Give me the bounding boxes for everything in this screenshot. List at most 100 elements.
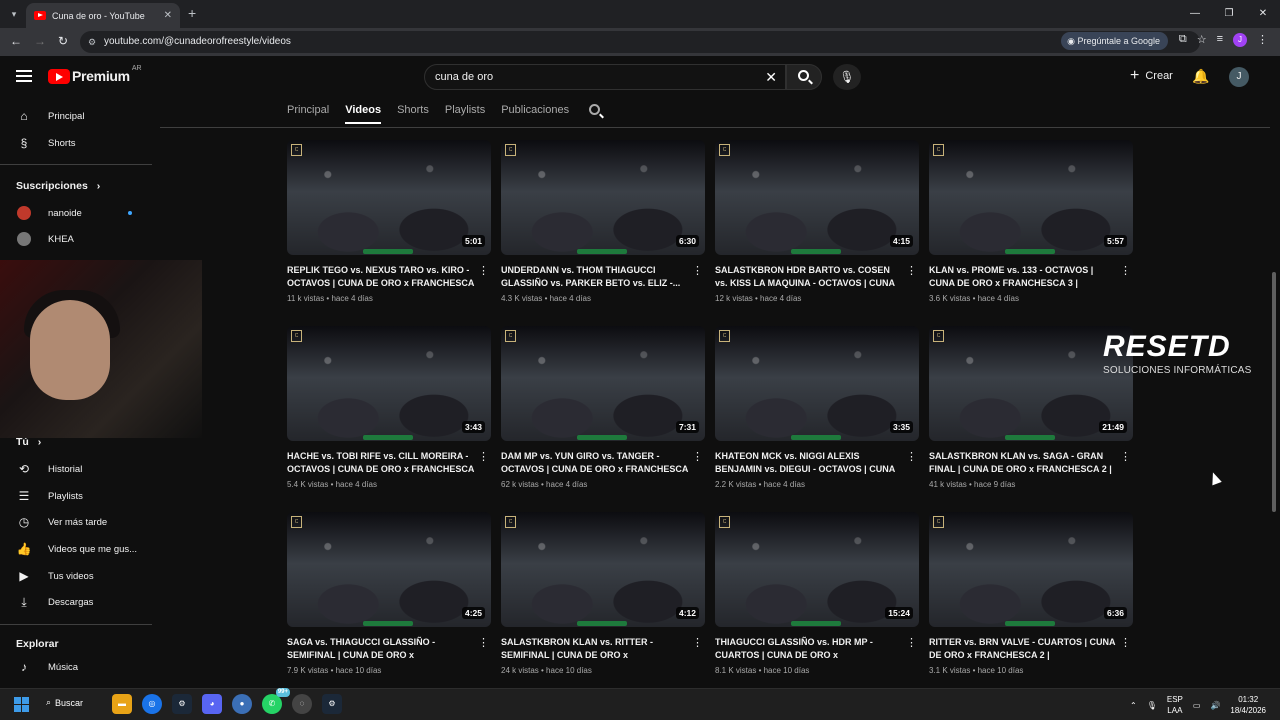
scrollbar-thumb[interactable] — [1272, 272, 1276, 512]
video-thumbnail[interactable]: C 5:57 — [929, 140, 1133, 255]
more-options-icon[interactable]: ⋮ — [478, 264, 489, 277]
video-card[interactable]: C 7:31 DAM MP vs. YUN GIRO vs. TANGER - OC… — [501, 326, 705, 489]
more-options-icon[interactable]: ⋮ — [478, 450, 489, 463]
tab-principal[interactable]: Principal — [287, 104, 329, 124]
profile-avatar[interactable]: J — [1233, 33, 1247, 47]
forward-icon[interactable]: → — [34, 34, 46, 48]
tab-shorts[interactable]: Shorts — [397, 104, 429, 124]
search-input[interactable]: cuna de oro ✕ — [424, 64, 786, 90]
video-card[interactable]: C 4:15 SALASTKBRON HDR BARTO vs. COSEN vs.… — [715, 140, 919, 303]
video-title[interactable]: SALASTKBRON HDR BARTO vs. COSEN vs. KISS… — [715, 264, 903, 290]
account-avatar[interactable]: J — [1229, 67, 1249, 87]
video-thumbnail[interactable]: C 15:24 — [715, 512, 919, 627]
close-tab-icon[interactable]: ✕ — [164, 10, 172, 21]
sidebar-item-khea[interactable]: KHEA — [0, 226, 158, 252]
video-card[interactable]: C 4:25 SAGA vs. THIAGUCCI GLASSIÑO - SEMIF… — [287, 512, 491, 675]
sidebar-item-shorts[interactable]: § Shorts — [0, 130, 158, 156]
video-title[interactable]: REPLIK TEGO vs. NEXUS TARO vs. KIRO - OC… — [287, 264, 475, 290]
voice-search-mic-icon[interactable]: 🎙 — [833, 64, 861, 90]
video-title[interactable]: SALASTKBRON KLAN vs. RITTER - SEMIFINAL … — [501, 636, 689, 662]
more-options-icon[interactable]: ⋮ — [1120, 264, 1131, 277]
close-window-icon[interactable]: ✕ — [1246, 0, 1280, 28]
video-thumbnail[interactable]: C 4:15 — [715, 140, 919, 255]
video-title[interactable]: HACHE vs. TOBI RIFE vs. CILL MOREIRA - O… — [287, 450, 475, 476]
more-options-icon[interactable]: ⋮ — [692, 450, 703, 463]
reading-list-icon[interactable]: ≡ — [1217, 33, 1223, 47]
video-card[interactable]: C 5:57 KLAN vs. PROME vs. 133 - OCTAVOS | … — [929, 140, 1133, 303]
video-thumbnail[interactable]: C 5:01 — [287, 140, 491, 255]
video-thumbnail[interactable]: C 6:30 — [501, 140, 705, 255]
youtube-premium-logo[interactable]: Premium AR — [48, 65, 142, 84]
chrome-icon[interactable]: ◎ — [142, 694, 162, 714]
file-explorer-icon[interactable]: ▬ — [112, 694, 132, 714]
sidebar-item-history[interactable]: ⟲ Historial — [0, 456, 158, 482]
video-thumbnail[interactable]: C 7:31 — [501, 326, 705, 441]
sidebar-item-music[interactable]: ♪ Música — [0, 654, 158, 680]
sidebar-item-liked[interactable]: 👍 Videos que me gus... — [0, 536, 158, 562]
bookmark-star-icon[interactable]: ☆ — [1197, 33, 1207, 47]
notifications-bell-icon[interactable]: 🔔 — [1192, 68, 1209, 85]
tab-playlists[interactable]: Playlists — [445, 104, 485, 124]
clock[interactable]: 01:32 18/4/2026 — [1230, 694, 1266, 716]
display-icon[interactable]: ▭ — [1193, 701, 1201, 710]
chevron-up-icon[interactable]: ⌃ — [1130, 701, 1137, 710]
clear-search-icon[interactable]: ✕ — [765, 65, 777, 89]
install-app-icon[interactable]: ⧉ — [1179, 33, 1187, 47]
app-icon[interactable]: ● — [232, 694, 252, 714]
menu-hamburger-icon[interactable] — [16, 70, 32, 82]
video-thumbnail[interactable]: C 3:43 — [287, 326, 491, 441]
sidebar-item-watch-later[interactable]: ◷ Ver más tarde — [0, 509, 158, 535]
more-options-icon[interactable]: ⋮ — [692, 264, 703, 277]
reload-icon[interactable]: ↻ — [58, 34, 68, 48]
sidebar-item-playlists[interactable]: ☰ Playlists — [0, 483, 158, 509]
tab-videos[interactable]: Videos — [345, 104, 382, 124]
sidebar-item-downloads[interactable]: ⤓ Descargas — [0, 589, 158, 615]
windows-start-icon[interactable] — [14, 697, 29, 712]
more-options-icon[interactable]: ⋮ — [692, 636, 703, 649]
minimize-icon[interactable]: — — [1178, 0, 1212, 28]
browser-tab[interactable]: Cuna de oro - YouTube ✕ — [26, 3, 180, 28]
more-options-icon[interactable]: ⋮ — [906, 264, 917, 277]
more-options-icon[interactable]: ⋮ — [1120, 636, 1131, 649]
page-scrollbar[interactable] — [1271, 62, 1277, 682]
video-thumbnail[interactable]: C 4:12 — [501, 512, 705, 627]
video-title[interactable]: RITTER vs. BRN VALVE - CUARTOS | CUNA DE… — [929, 636, 1117, 662]
whatsapp-icon[interactable]: ✆ 99+ — [262, 688, 290, 714]
channel-search-button[interactable] — [589, 104, 603, 118]
microphone-icon[interactable]: 🎙 — [1147, 701, 1157, 710]
discord-icon[interactable]: ◕ — [202, 694, 222, 714]
video-title[interactable]: SAGA vs. THIAGUCCI GLASSIÑO - SEMIFINAL … — [287, 636, 475, 662]
subscriptions-heading[interactable]: Suscripciones › — [16, 180, 100, 192]
language-indicator[interactable]: ESP LAA — [1167, 694, 1183, 716]
more-options-icon[interactable]: ⋮ — [478, 636, 489, 649]
video-card[interactable]: C 5:01 REPLIK TEGO vs. NEXUS TARO vs. KIRO… — [287, 140, 491, 303]
more-options-icon[interactable]: ⋮ — [906, 450, 917, 463]
browser-menu-icon[interactable]: ⋮ — [1257, 33, 1268, 47]
new-tab-icon[interactable]: + — [188, 5, 196, 21]
video-title[interactable]: DAM MP vs. YUN GIRO vs. TANGER - OCTAVOS… — [501, 450, 689, 476]
video-card[interactable]: C 6:30 UNDERDANN vs. THOM THIAGUCCI GLASSI… — [501, 140, 705, 303]
steam-alt-icon[interactable]: ⚙ — [322, 694, 342, 714]
video-card[interactable]: C 15:24 THIAGUCCI GLASSIÑO vs. HDR MP - CU… — [715, 512, 919, 675]
create-button[interactable]: + Crear — [1130, 68, 1173, 84]
video-card[interactable]: C 6:36 RITTER vs. BRN VALVE - CUARTOS | CU… — [929, 512, 1133, 675]
back-icon[interactable]: ← — [10, 34, 22, 48]
more-options-icon[interactable]: ⋮ — [1120, 450, 1131, 463]
video-title[interactable]: KLAN vs. PROME vs. 133 - OCTAVOS | CUNA … — [929, 264, 1117, 290]
video-title[interactable]: UNDERDANN vs. THOM THIAGUCCI GLASSIÑO vs… — [501, 264, 689, 290]
steam-icon[interactable]: ⚙ — [172, 694, 192, 714]
sidebar-item-principal[interactable]: ⌂ Principal — [0, 103, 158, 129]
video-thumbnail[interactable]: C 3:35 — [715, 326, 919, 441]
video-title[interactable]: THIAGUCCI GLASSIÑO vs. HDR MP - CUARTOS … — [715, 636, 903, 662]
video-card[interactable]: C 4:12 SALASTKBRON KLAN vs. RITTER - SEMIF… — [501, 512, 705, 675]
sidebar-item-nanoide[interactable]: nanoide — [0, 200, 158, 226]
site-info-icon[interactable]: ⚙ — [88, 31, 96, 53]
video-thumbnail[interactable]: C 6:36 — [929, 512, 1133, 627]
volume-icon[interactable]: 🔊 — [1210, 701, 1220, 710]
video-card[interactable]: C 3:43 HACHE vs. TOBI RIFE vs. CILL MOREIR… — [287, 326, 491, 489]
ask-google-button[interactable]: ◉ Pregúntale a Google — [1061, 32, 1168, 50]
video-title[interactable]: SALASTKBRON KLAN vs. SAGA - GRAN FINAL |… — [929, 450, 1117, 476]
obs-icon[interactable]: ◌ — [292, 694, 312, 714]
more-options-icon[interactable]: ⋮ — [906, 636, 917, 649]
tab-search-icon[interactable]: ▾ — [6, 6, 22, 22]
